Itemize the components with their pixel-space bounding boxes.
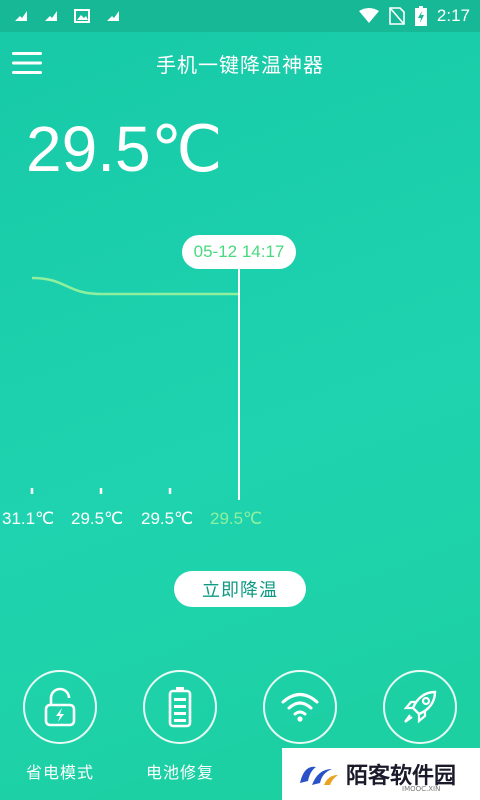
status-time: 2:17 bbox=[436, 6, 470, 25]
feature-circle bbox=[263, 670, 337, 744]
feature-label: 省电模式 bbox=[25, 763, 94, 782]
temperature-chart bbox=[0, 230, 480, 540]
wifi-icon bbox=[281, 693, 319, 722]
app-bar: 手机一键降温神器 bbox=[0, 32, 480, 94]
wifi-icon bbox=[358, 8, 379, 23]
status-bar: 2:17 bbox=[0, 0, 480, 32]
system-icons: 2:17 bbox=[358, 6, 470, 26]
chart-series-line bbox=[31, 276, 239, 296]
chart-tick-label: 31.1℃ bbox=[2, 509, 55, 528]
feature-circle bbox=[383, 670, 457, 744]
watermark-logo-icon bbox=[300, 766, 338, 785]
battery-icon bbox=[414, 6, 427, 26]
image-icon bbox=[74, 9, 90, 23]
watermark-subtext: IMOOC.XIN bbox=[402, 785, 441, 793]
current-temperature: 29.5℃ bbox=[26, 113, 223, 185]
feature-label: 电池修复 bbox=[145, 763, 214, 782]
cool-down-button[interactable]: 立即降温 bbox=[174, 571, 306, 607]
app-title: 手机一键降温神器 bbox=[156, 52, 324, 77]
lock-bolt-icon bbox=[44, 687, 76, 727]
battery-icon bbox=[168, 687, 192, 728]
notification-icon bbox=[107, 11, 119, 21]
notification-icon bbox=[15, 11, 27, 21]
notification-area bbox=[14, 9, 120, 23]
no-sim-icon bbox=[389, 7, 405, 25]
watermark: 陌客软件园 IMOOC.XIN bbox=[282, 748, 480, 800]
chart-svg bbox=[30, 266, 240, 500]
feature-battery-repair[interactable]: 电池修复 bbox=[120, 670, 240, 783]
rocket-icon bbox=[403, 690, 437, 724]
feature-circle bbox=[143, 670, 217, 744]
notification-icon bbox=[45, 11, 57, 21]
chart-tick-label: 29.5℃ bbox=[71, 509, 124, 528]
chart-tooltip: 05-12 14:17 bbox=[182, 235, 296, 269]
chart-tick-label: 29.5℃ bbox=[141, 509, 194, 528]
menu-icon bbox=[12, 52, 42, 74]
menu-button[interactable] bbox=[12, 51, 42, 75]
chart-tick-label: 29.5℃ bbox=[210, 509, 263, 528]
feature-circle bbox=[23, 670, 97, 744]
feature-accelerate[interactable] bbox=[360, 670, 480, 759]
feature-power-saving[interactable]: 省电模式 bbox=[0, 670, 120, 783]
